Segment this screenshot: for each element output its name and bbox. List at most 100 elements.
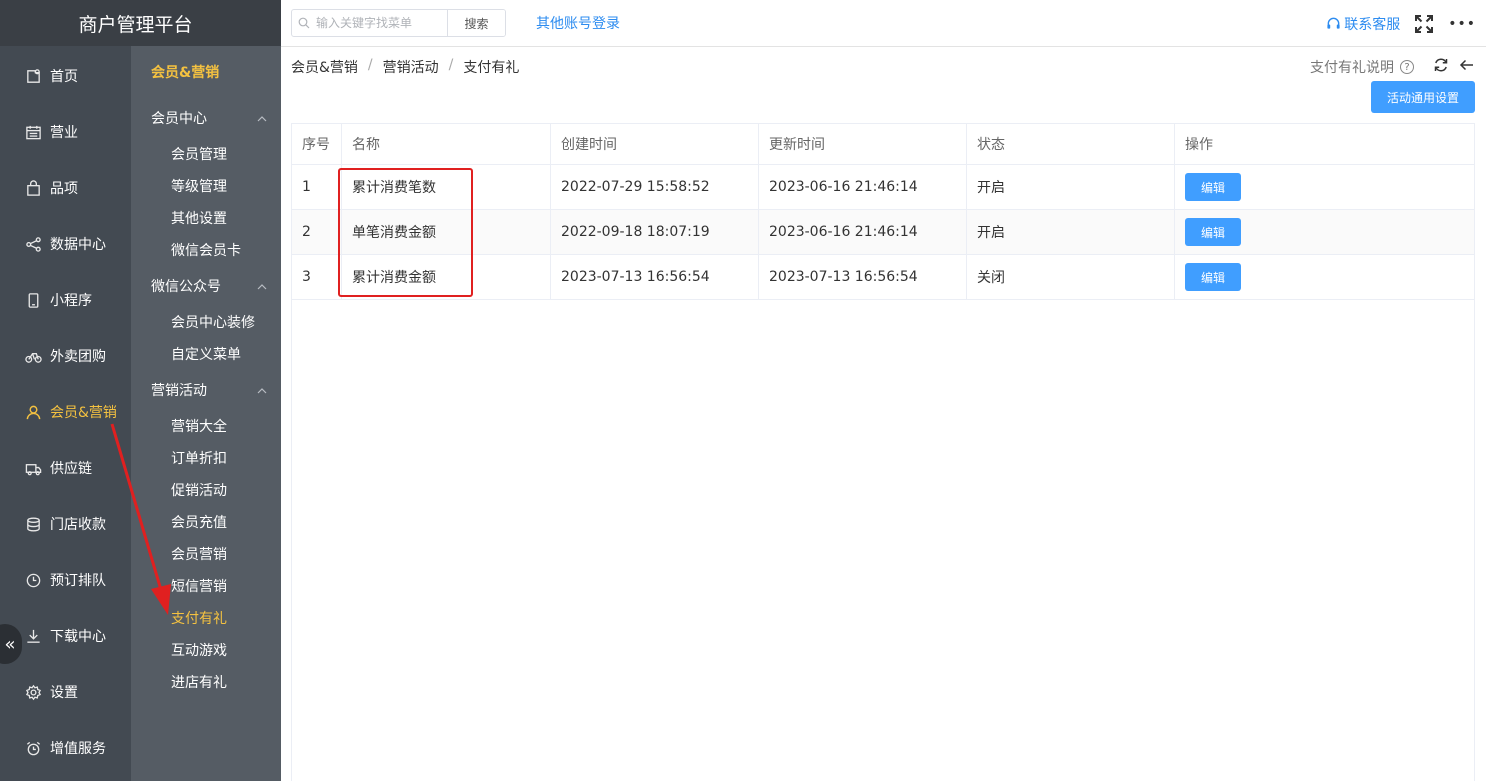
- chevron-up-icon: [257, 111, 267, 125]
- secondary-sidebar: 会员&营销 会员中心会员管理 等级管理 其他设置 微信会员卡 微信公众号 会员中心装修 自定…: [131, 46, 281, 781]
- sidebar-item-bag[interactable]: 品项: [0, 160, 131, 216]
- cell-no: 1: [291, 164, 342, 210]
- customer-service-label: 联系客服: [1344, 16, 1401, 33]
- edit-button[interactable]: 编辑: [1185, 173, 1241, 201]
- subnav-group-label: 营销活动: [151, 383, 207, 399]
- cell-updated: 2023-06-16 21:46:14: [758, 164, 967, 210]
- subnav-item[interactable]: 订单折扣: [131, 442, 281, 474]
- table-row: 2 单笔消费金额 2022-09-18 18:07:19 2023-06-16 …: [291, 209, 1475, 255]
- truck-icon: [24, 459, 42, 477]
- cell-created: 2023-07-13 16:56:54: [550, 254, 759, 300]
- breadcrumb-item[interactable]: 营销活动: [383, 57, 439, 77]
- alarm-icon: [24, 739, 42, 757]
- refresh-icon[interactable]: [1432, 56, 1450, 74]
- cell-name: 单笔消费金额: [341, 209, 551, 255]
- search-input[interactable]: [316, 10, 447, 36]
- sidebar-item-label: 预订排队: [50, 573, 106, 589]
- activity-table: 序号 名称 创建时间 更新时间 状态 操作 1 累计消费笔数 2022-07-2…: [291, 123, 1475, 300]
- sidebar-item-label: 品项: [50, 181, 78, 197]
- sidebar-item-label: 设置: [50, 685, 78, 701]
- subnav-item[interactable]: 其他设置: [131, 202, 281, 234]
- sidebar-item-label: 数据中心: [50, 237, 106, 253]
- cell-action: 编辑: [1174, 209, 1475, 255]
- primary-sidebar: 首页 营业 品项 数据中心 小程序 外卖团购 会员&营销 供应链 门店收款 预订排队 下载中心 设置增…: [0, 0, 131, 781]
- cell-updated: 2023-07-13 16:56:54: [758, 254, 967, 300]
- search-button[interactable]: 搜索: [447, 10, 505, 36]
- download-icon: [24, 627, 42, 645]
- sidebar-item-label: 增值服务: [50, 741, 106, 757]
- chevron-up-icon: [257, 383, 267, 397]
- subnav-item[interactable]: 会员充值: [131, 506, 281, 538]
- subnav-group-header[interactable]: 微信公众号: [131, 266, 281, 306]
- sidebar-item-label: 首页: [50, 69, 78, 85]
- home-icon: [24, 67, 42, 85]
- subnav-item[interactable]: 进店有礼: [131, 666, 281, 698]
- sidebar-item-label: 会员&营销: [50, 405, 117, 421]
- bag-icon: [24, 179, 42, 197]
- sidebar-item-truck[interactable]: 供应链: [0, 440, 131, 496]
- subnav-group-label: 会员中心: [151, 111, 207, 127]
- edit-button[interactable]: 编辑: [1185, 218, 1241, 246]
- subnav-item[interactable]: 短信营销: [131, 570, 281, 602]
- menu-search: 搜索: [291, 9, 506, 37]
- sidebar-item-alarm[interactable]: 增值服务: [0, 720, 131, 776]
- sidebar-item-phone[interactable]: 小程序: [0, 272, 131, 328]
- subnav-item[interactable]: 会员中心装修: [131, 306, 281, 338]
- cell-no: 3: [291, 254, 342, 300]
- subnav-group-header[interactable]: 会员中心: [131, 98, 281, 138]
- subnav-item[interactable]: 会员管理: [131, 138, 281, 170]
- subnav-item[interactable]: 自定义菜单: [131, 338, 281, 370]
- chevron-up-icon: [257, 279, 267, 293]
- cell-status: 开启: [966, 164, 1175, 210]
- help-label: 支付有礼说明: [1310, 60, 1394, 76]
- sidebar-item-label: 供应链: [50, 461, 92, 477]
- sidebar-item-calendar[interactable]: 营业: [0, 104, 131, 160]
- calendar-icon: [24, 123, 42, 141]
- back-arrow-icon[interactable]: [1458, 56, 1476, 74]
- breadcrumb: 会员&营销 / 营销活动 / 支付有礼: [291, 57, 520, 77]
- sidebar-item-share[interactable]: 数据中心: [0, 216, 131, 272]
- sidebar-item-user[interactable]: 会员&营销: [0, 384, 131, 440]
- cell-status: 关闭: [966, 254, 1175, 300]
- sidebar-item-bike[interactable]: 外卖团购: [0, 328, 131, 384]
- customer-service-link[interactable]: 联系客服: [1326, 14, 1400, 34]
- bike-icon: [24, 347, 42, 365]
- subnav-item[interactable]: 等级管理: [131, 170, 281, 202]
- subnav-item[interactable]: 营销大全: [131, 410, 281, 442]
- breadcrumb-current: 支付有礼: [463, 60, 520, 76]
- subnav-group-header[interactable]: 营销活动: [131, 370, 281, 410]
- subnav-item[interactable]: 互动游戏: [131, 634, 281, 666]
- col-header-no: 序号: [291, 123, 342, 165]
- activity-settings-button[interactable]: 活动通用设置: [1371, 81, 1475, 113]
- help-link[interactable]: 支付有礼说明 ?: [1310, 57, 1414, 77]
- database-icon: [24, 515, 42, 533]
- cell-status: 开启: [966, 209, 1175, 255]
- subnav-title: 会员&营销: [151, 65, 220, 81]
- breadcrumb-item[interactable]: 会员&营销: [291, 57, 358, 77]
- subnav-item[interactable]: 促销活动: [131, 474, 281, 506]
- cell-updated: 2023-06-16 21:46:14: [758, 209, 967, 255]
- sidebar-item-database[interactable]: 门店收款: [0, 496, 131, 552]
- sidebar-item-home[interactable]: 首页: [0, 48, 131, 104]
- col-header-name: 名称: [341, 123, 551, 165]
- more-menu-icon[interactable]: •••: [1448, 16, 1476, 32]
- headset-icon: [1327, 17, 1340, 29]
- subnav-item[interactable]: 会员营销: [131, 538, 281, 570]
- sidebar-item-label: 外卖团购: [50, 349, 106, 365]
- table-row: 1 累计消费笔数 2022-07-29 15:58:52 2023-06-16 …: [291, 164, 1475, 210]
- app-title: 商户管理平台: [0, 0, 281, 46]
- sidebar-item-clock[interactable]: 预订排队: [0, 552, 131, 608]
- col-header-created: 创建时间: [550, 123, 759, 165]
- subnav-item[interactable]: 支付有礼: [131, 602, 281, 634]
- col-header-updated: 更新时间: [758, 123, 967, 165]
- edit-button[interactable]: 编辑: [1185, 263, 1241, 291]
- main-content: 会员&营销 / 营销活动 / 支付有礼 支付有礼说明 ? 活动通用设置 序号 名称 …: [281, 47, 1486, 781]
- sidebar-item-gear[interactable]: 设置: [0, 664, 131, 720]
- subnav-item[interactable]: 微信会员卡: [131, 234, 281, 266]
- fullscreen-icon[interactable]: [1414, 14, 1434, 34]
- cell-no: 2: [291, 209, 342, 255]
- cell-action: 编辑: [1174, 254, 1475, 300]
- cell-action: 编辑: [1174, 164, 1475, 210]
- col-header-status: 状态: [966, 123, 1175, 165]
- other-account-login-link[interactable]: 其他账号登录: [536, 13, 620, 33]
